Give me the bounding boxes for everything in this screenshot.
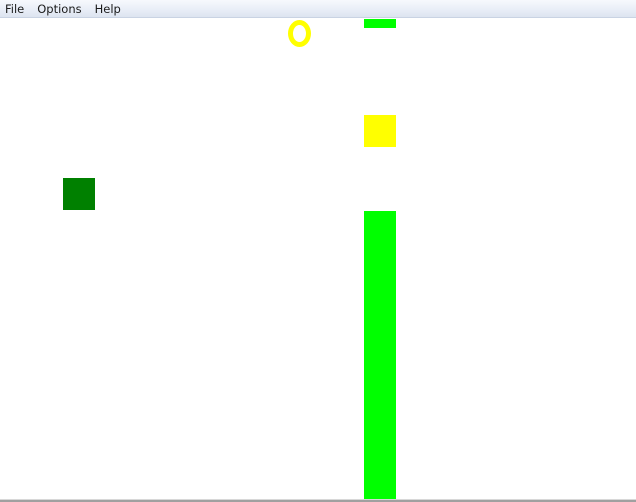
menu-options[interactable]: Options: [32, 0, 85, 18]
yellow-bonus-block: [364, 115, 396, 147]
menu-file[interactable]: File: [0, 0, 28, 18]
menu-bar: File Options Help: [0, 0, 636, 18]
menu-help[interactable]: Help: [90, 0, 125, 18]
pipe-top-segment: [364, 19, 396, 28]
yellow-ring-icon: [288, 20, 311, 47]
player-block: [63, 178, 95, 210]
pipe-bottom-segment: [364, 211, 396, 499]
game-canvas[interactable]: [0, 18, 636, 499]
game-window: File Options Help: [0, 0, 636, 502]
